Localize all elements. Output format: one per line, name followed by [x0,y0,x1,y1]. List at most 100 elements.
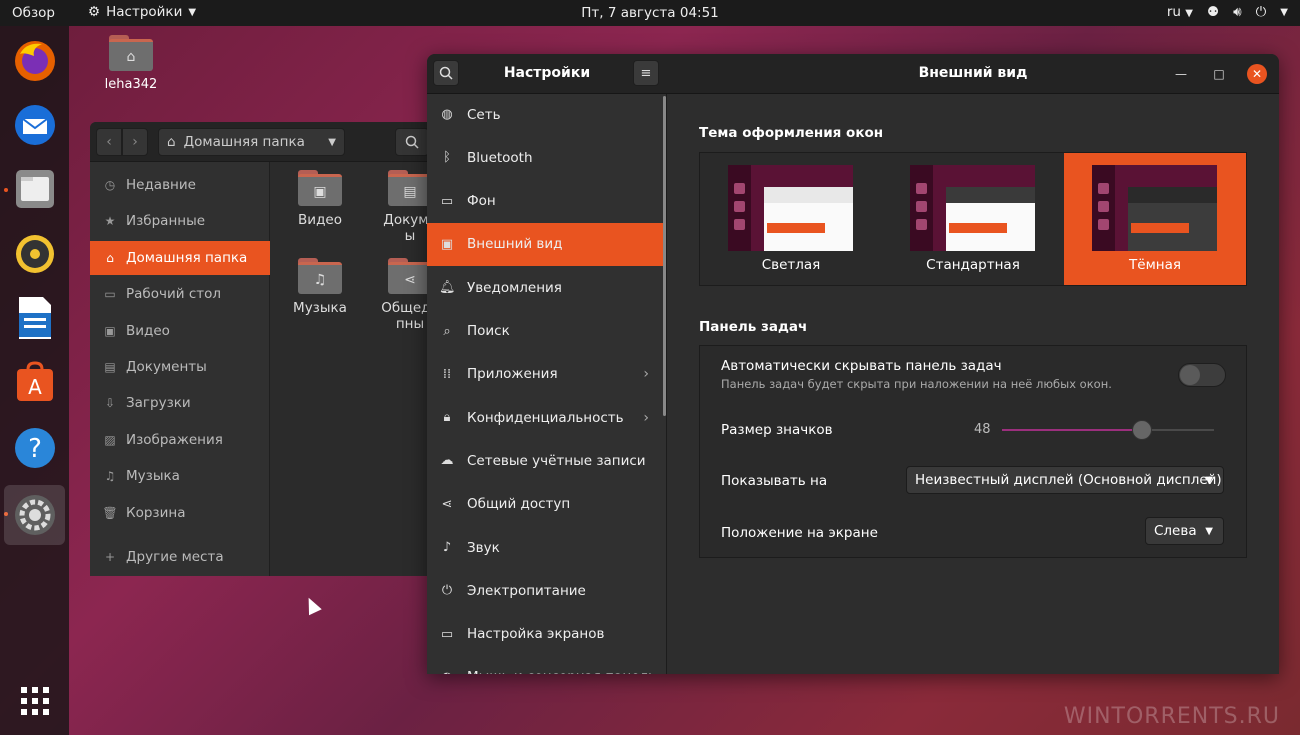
activities-button[interactable]: Обзор [12,5,55,21]
lock-icon: 🔒︎ [443,410,451,426]
nav-item-label: Сеть [467,106,501,123]
chevron-down-icon: ▼ [328,136,336,148]
nav-item[interactable]: ⏻ Электропитание [427,569,663,612]
folder-item[interactable]: ⋖ Общедо пны [375,258,435,332]
slider-handle[interactable] [1131,420,1152,440]
folder-item[interactable]: ▤ Докуме ы [375,170,435,244]
folder-label: Видео [298,212,342,228]
nav-item[interactable]: ⁞⁞ Приложения › [427,353,663,396]
close-button[interactable]: ✕ [1247,64,1267,84]
autohide-toggle[interactable] [1178,363,1226,387]
share-icon: ⋖ [441,496,453,512]
icon-size-slider[interactable] [1002,420,1214,440]
sidebar-item[interactable]: ▭ Рабочий стол [90,277,270,311]
maximize-button[interactable]: □ [1209,64,1229,84]
mouse-cursor [302,594,322,616]
search-button[interactable] [395,128,429,156]
icon-size-value: 48 [974,422,991,437]
icon-size-label: Размер значков [721,422,833,438]
sidebar-item[interactable]: ▨ Изображения [90,423,270,457]
show-apps-icon[interactable] [4,672,65,730]
sidebar-item[interactable]: ♫ Музыка [90,459,270,493]
chevron-left-icon: ‹ [106,134,112,150]
nav-item[interactable]: ☁ Сетевые учётные записи [427,439,663,482]
nav-item[interactable]: ▭ Настройка экранов [427,613,663,656]
folder-item[interactable]: ♫ Музыка [285,258,355,316]
scrollbar[interactable] [663,96,666,416]
help-icon[interactable]: ? [4,419,65,477]
nav-item[interactable]: ⌕ Поиск [427,310,663,353]
firefox-icon[interactable] [4,32,65,90]
hamburger-icon: ≡ [640,65,652,81]
chevron-down-icon: ▼ [1280,6,1288,18]
nav-item[interactable]: ◐ Мышь и сенсорная панель [427,656,663,674]
folder-icon: ▤ [388,170,432,206]
software-center-icon[interactable]: A [4,354,65,412]
folder-label: Докуме ы [383,212,435,244]
position-dropdown[interactable]: Слева ▼ [1145,517,1224,545]
system-tray[interactable]: ru ▼ ⚉ 🔊︎ ⏻ ▼ [1167,4,1288,20]
nav-item[interactable]: ⋖ Общий доступ [427,483,663,526]
power-icon: ⏻ [441,583,453,599]
chevron-right-icon: › [643,409,649,426]
nav-item[interactable]: ♪ Звук [427,526,663,569]
folder-item[interactable]: ▣ Видео [285,170,355,228]
apps-icon: ⁞⁞ [442,366,452,382]
theme-dark-preview [1092,165,1217,251]
clock[interactable]: Пт, 7 августа 04:51 [581,5,719,21]
sidebar-item[interactable]: ⌂ Домашняя папка [90,241,270,275]
menu-button[interactable]: ≡ [633,60,659,86]
search-button[interactable] [433,60,459,86]
nav-item[interactable]: ◍ Сеть [427,94,663,136]
appearance-icon: ▣ [440,236,454,252]
search-icon: ⌕ [443,323,451,339]
background-icon: ▭ [440,193,454,209]
sidebar-item[interactable]: 🗑︎ Корзина [90,496,270,530]
theme-standard[interactable]: Стандартная [882,153,1064,285]
nav-item[interactable]: ▣ Внешний вид [427,222,663,266]
network-icon: ◍ [441,107,453,122]
theme-dark[interactable]: Тёмная [1064,153,1246,285]
theme-label: Стандартная [926,257,1020,273]
desktop-home-folder[interactable]: ⌂ leha342 [100,35,162,92]
settings-icon[interactable] [4,485,65,545]
libreoffice-writer-icon[interactable] [4,289,65,347]
sidebar-item[interactable]: + Другие места [90,540,270,574]
app-menu[interactable]: ⚙ Настройки ▼ [88,4,196,20]
sidebar-item[interactable]: ◷ Недавние [90,168,270,202]
nav-item[interactable]: ᛒ Bluetooth [427,136,663,179]
path-bar[interactable]: ⌂ Домашняя папка ▼ [158,128,345,156]
thunderbird-icon[interactable] [4,96,65,154]
sidebar-item[interactable]: ▣ Видео [90,314,270,348]
show-on-dropdown[interactable]: Неизвестный дисплей (Основной дисплей) ▼ [906,466,1224,494]
clock-icon: ◷ [104,178,116,192]
theme-light[interactable]: Светлая [700,153,882,285]
folder-icon: ▣ [298,170,342,206]
cloud-icon: ☁ [440,453,454,469]
sidebar-item[interactable]: ⇩ Загрузки [90,386,270,420]
minimize-button[interactable]: — [1171,64,1191,84]
rhythmbox-icon[interactable] [4,225,65,283]
nav-item[interactable]: 🔒︎ Конфиденциальность › [427,396,663,439]
language-indicator[interactable]: ru ▼ [1167,4,1193,20]
mouse-icon: ◐ [439,670,455,674]
nav-item[interactable]: 🔔︎ Уведомления [427,266,663,309]
sidebar-item-label: Недавние [126,177,196,193]
settings-title: Настройки [503,65,591,81]
chevron-down-icon: ▼ [1185,8,1193,19]
show-on-label: Показывать на [721,473,828,489]
sidebar-item[interactable]: ▤ Документы [90,350,270,384]
back-button[interactable]: ‹ [96,128,122,156]
files-icon[interactable] [4,160,65,218]
nav-item[interactable]: ▭ Фон [427,180,663,223]
sidebar-item[interactable]: ★ Избранные [90,204,270,238]
language-label: ru [1166,4,1181,20]
nav-item-label: Конфиденциальность [467,409,624,426]
theme-section-title: Тема оформления окон [699,125,884,141]
power-icon: ⏻ [1255,4,1267,20]
bluetooth-icon: ᛒ [443,150,451,166]
svg-text:?: ? [28,434,42,464]
sidebar-item-label: Музыка [126,468,180,484]
autohide-description: Панель задач будет скрыта при наложении … [721,377,1112,391]
forward-button[interactable]: › [122,128,148,156]
